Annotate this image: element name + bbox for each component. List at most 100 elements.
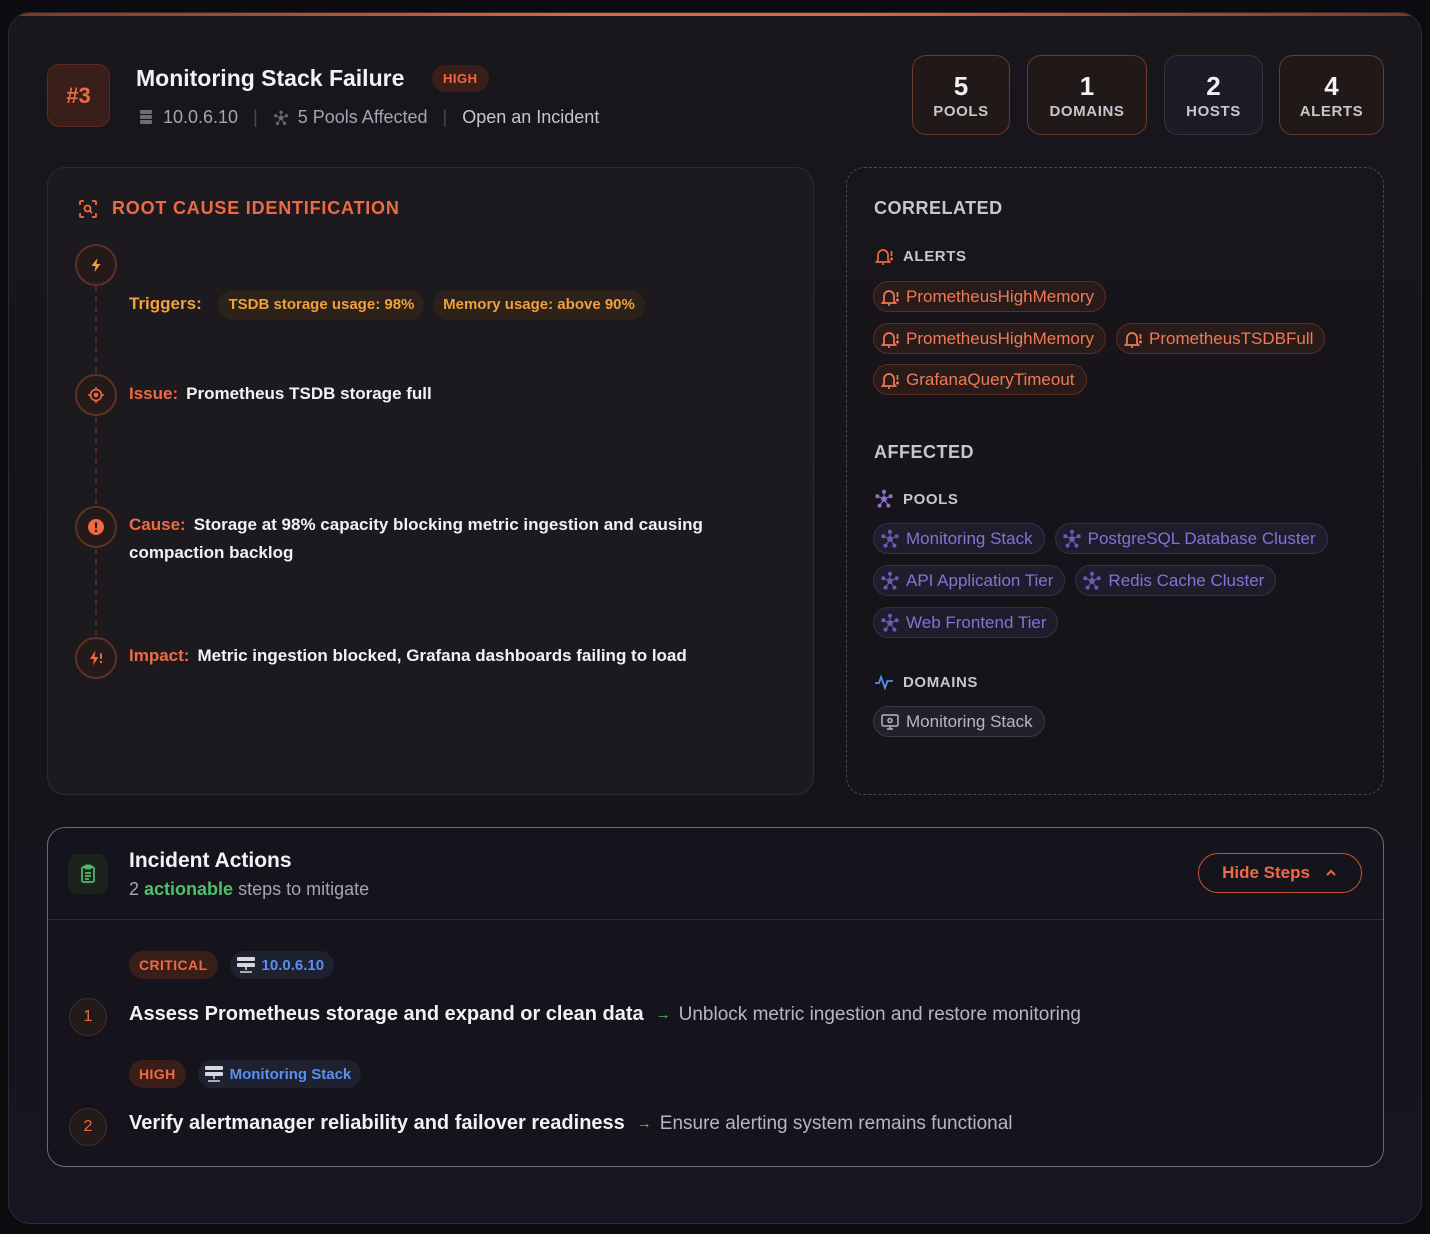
server-icon: [204, 1066, 223, 1082]
hide-steps-button[interactable]: Hide Steps: [1198, 853, 1362, 893]
alert-circle-icon: [75, 506, 117, 548]
stat-pools[interactable]: 5 POOLS: [912, 55, 1010, 135]
pools-subheading: POOLS: [874, 489, 959, 509]
subtitle-rest: steps to mitigate: [238, 879, 370, 899]
step-target-label: Monitoring Stack: [229, 1065, 352, 1083]
step-action: Assess Prometheus storage and expand or …: [129, 1003, 644, 1025]
cause-text: Storage at 98% capacity blocking metric …: [129, 515, 703, 562]
pool-chip-row: Monitoring Stack PostgreSQL Database Clu…: [873, 523, 1328, 554]
domains-label: DOMAINS: [903, 673, 979, 691]
step-target-label: 10.0.6.10: [261, 956, 325, 974]
stat-hosts[interactable]: 2 HOSTS: [1164, 55, 1263, 135]
open-incident-link[interactable]: Open an Incident: [462, 107, 599, 128]
scan-icon: [79, 199, 97, 218]
arrow-right-icon: →: [636, 1115, 652, 1132]
impact-label: Impact:: [129, 646, 190, 665]
step-severity-badge: CRITICAL: [129, 951, 218, 979]
hide-steps-label: Hide Steps: [1222, 863, 1310, 882]
bell-alert-icon: [880, 289, 899, 306]
stat-label: POOLS: [933, 102, 989, 120]
pool-chip[interactable]: Web Frontend Tier: [873, 607, 1059, 638]
cluster-icon: [875, 489, 893, 508]
alert-chip-label: GrafanaQueryTimeout: [906, 369, 1075, 389]
divider: [48, 919, 1383, 920]
alert-chip[interactable]: GrafanaQueryTimeout: [873, 364, 1087, 395]
triggers-label: Triggers:: [129, 294, 202, 313]
pulse-icon: [875, 674, 893, 691]
alert-chip[interactable]: PrometheusTSDBFull: [1116, 323, 1326, 354]
server-icon: [138, 109, 154, 125]
stat-label: DOMAINS: [1049, 102, 1125, 120]
stat-value: 5: [953, 70, 969, 101]
correlated-heading: CORRELATED: [874, 198, 1003, 218]
alert-chip-row: PrometheusHighMemory: [873, 281, 1107, 312]
cluster-icon: [1083, 571, 1102, 590]
stat-domains[interactable]: 1 DOMAINS: [1027, 55, 1147, 135]
bell-alert-icon: [1123, 331, 1142, 348]
impact-row: Impact: Metric ingestion blocked, Grafana…: [129, 642, 687, 670]
step-row[interactable]: Assess Prometheus storage and expand or …: [129, 1003, 1081, 1026]
stat-value: 4: [1324, 70, 1339, 101]
pool-chip[interactable]: Monitoring Stack: [873, 523, 1045, 554]
pool-chip-row: API Application Tier Redis Cache Cluster: [873, 565, 1277, 596]
root-cause-heading-text: ROOT CAUSE IDENTIFICATION: [112, 198, 400, 218]
pool-chip[interactable]: API Application Tier: [873, 565, 1066, 596]
step-number: 2: [69, 1108, 107, 1146]
pools-label: POOLS: [903, 490, 959, 508]
step-result: Unblock metric ingestion and restore mon…: [678, 1003, 1081, 1025]
cluster-icon: [273, 109, 289, 125]
issue-text: Prometheus TSDB storage full: [186, 384, 432, 403]
alerts-label: ALERTS: [903, 247, 967, 265]
issue-row: Issue: Prometheus TSDB storage full: [129, 380, 432, 408]
impact-text: Metric ingestion blocked, Grafana dashbo…: [197, 646, 687, 665]
cluster-icon: [881, 571, 899, 590]
bell-alert-icon: [880, 372, 899, 389]
step-severity-badge: HIGH: [129, 1060, 186, 1088]
stat-alerts[interactable]: 4 ALERTS: [1279, 55, 1384, 135]
root-cause-heading: ROOT CAUSE IDENTIFICATION: [78, 198, 400, 219]
step-result: Ensure alerting system remains functiona…: [659, 1112, 1013, 1134]
affected-heading: AFFECTED: [874, 442, 974, 462]
alert-chip[interactable]: PrometheusHighMemory: [873, 323, 1107, 354]
host-address: 10.0.6.10: [163, 106, 239, 127]
cluster-icon: [1062, 529, 1081, 548]
trigger-chip: TSDB storage usage: 98%: [218, 290, 425, 320]
stat-label: ALERTS: [1299, 102, 1364, 120]
step-target-chip[interactable]: 10.0.6.10: [229, 951, 335, 979]
stat-value: 2: [1206, 70, 1221, 101]
alerts-subheading: ALERTS: [874, 246, 967, 266]
step-tags: HIGH Monitoring Stack: [129, 1060, 362, 1088]
step-target-chip[interactable]: Monitoring Stack: [197, 1060, 362, 1088]
impact-bolt-icon: [75, 637, 117, 679]
domain-chip[interactable]: Monitoring Stack: [873, 706, 1045, 737]
pool-chip-label: Redis Cache Cluster: [1108, 570, 1265, 590]
domain-chip-row: Monitoring Stack: [873, 706, 1045, 737]
chevron-up-icon: [1326, 869, 1336, 876]
cluster-icon: [881, 529, 899, 548]
step-row[interactable]: Verify alertmanager reliability and fail…: [129, 1112, 1013, 1135]
pool-chip-row: Web Frontend Tier: [873, 607, 1059, 638]
pool-chip[interactable]: Redis Cache Cluster: [1075, 565, 1277, 596]
domains-subheading: DOMAINS: [874, 672, 978, 692]
pools-affected-text: 5 Pools Affected: [297, 106, 428, 127]
incident-card: #3 Monitoring Stack Failure HIGH 10.0.6.…: [8, 12, 1422, 1224]
pool-chip-label: API Application Tier: [906, 570, 1054, 590]
pool-chip-label: PostgreSQL Database Cluster: [1087, 528, 1316, 548]
pool-chip[interactable]: PostgreSQL Database Cluster: [1054, 523, 1328, 554]
bolt-icon: [75, 244, 117, 286]
incident-meta: 10.0.6.10 | 5 Pools Affected | Open an I…: [138, 105, 599, 129]
timeline-line: [95, 286, 97, 666]
meta-separator: |: [442, 106, 448, 127]
alert-chip-label: PrometheusHighMemory: [906, 286, 1095, 306]
pool-chip-label: Web Frontend Tier: [906, 612, 1047, 632]
domain-chip-label: Monitoring Stack: [906, 711, 1033, 731]
trigger-chip: Memory usage: above 90%: [433, 290, 645, 320]
step-count: 2: [129, 879, 140, 899]
actionable-highlight: actionable: [144, 879, 234, 899]
alert-chip[interactable]: PrometheusHighMemory: [873, 281, 1107, 312]
alert-chip-row: GrafanaQueryTimeout: [873, 364, 1087, 395]
bell-alert-icon: [880, 331, 899, 348]
incident-actions-title: Incident Actions: [129, 849, 292, 872]
incident-actions-panel: Incident Actions 2 actionable steps to m…: [47, 827, 1384, 1167]
cluster-icon: [881, 613, 899, 632]
